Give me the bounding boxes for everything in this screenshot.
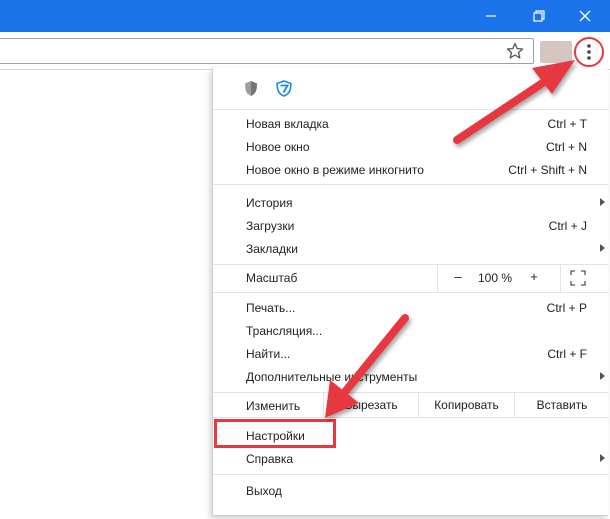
edit-row: Изменить Вырезать Копировать Вставить [213,393,609,417]
menu-item-bookmarks[interactable]: Закладки [213,237,609,260]
menu-separator [213,417,609,418]
menu-item-label: Новое окно в режиме инкогнито [246,162,424,177]
vpn-extension-icon[interactable] [276,80,292,98]
menu-item-label: Печать... [246,300,296,315]
profile-avatar[interactable] [540,41,572,63]
minimize-button[interactable] [468,0,514,32]
edit-label: Изменить [246,399,301,413]
close-button[interactable] [562,0,608,32]
menu-item-print[interactable]: Печать... Ctrl + P [213,296,609,319]
menu-item-label: Трансляция... [246,323,323,338]
menu-item-shortcut: Ctrl + N [545,139,587,154]
paste-button[interactable]: Вставить [514,393,609,417]
fullscreen-icon [570,270,586,286]
star-icon [506,42,524,59]
cut-button[interactable]: Вырезать [323,393,418,417]
menu-item-new-tab[interactable]: Новая вкладка Ctrl + T [213,112,609,135]
menu-item-shortcut: Ctrl + P [546,300,587,315]
menu-item-history[interactable]: История [213,191,609,214]
submenu-arrow-icon [600,244,605,252]
address-bar[interactable] [0,38,534,64]
submenu-arrow-icon [600,454,605,462]
menu-item-shortcut: Ctrl + J [548,218,587,233]
submenu-arrow-icon [600,372,605,380]
settings-highlight-box [214,419,336,448]
bookmark-star-button[interactable] [506,42,524,60]
restore-button[interactable] [516,0,562,32]
menu-item-label: Справка [246,451,294,466]
minimize-icon [486,15,496,17]
menu-separator [213,292,609,293]
menu-item-help[interactable]: Справка [213,447,609,470]
copy-button[interactable]: Копировать [418,393,514,417]
menu-item-new-window[interactable]: Новое окно Ctrl + N [213,135,609,158]
menu-button-highlight [574,37,604,67]
menu-item-exit[interactable]: Выход [213,479,609,502]
menu-item-label: Новое окно [246,139,310,154]
zoom-level: 100 % [478,271,513,285]
menu-item-shortcut: Ctrl + T [547,116,587,131]
menu-separator [213,184,609,185]
fullscreen-button[interactable] [570,270,586,286]
menu-separator [213,109,609,110]
menu-item-downloads[interactable]: Загрузки Ctrl + J [213,214,609,237]
extensions-row [213,68,609,108]
shield-extension-icon[interactable] [244,80,260,98]
browser-menu: Новая вкладка Ctrl + T Новое окно Ctrl +… [212,68,609,516]
zoom-row: Масштаб – 100 % + [213,264,609,292]
menu-item-cast[interactable]: Трансляция... [213,319,609,342]
menu-item-shortcut: Ctrl + Shift + N [508,162,587,177]
menu-item-label: Закладки [246,241,298,256]
menu-item-label: Новая вкладка [246,116,329,131]
submenu-arrow-icon [600,198,605,206]
menu-item-find[interactable]: Найти... Ctrl + F [213,342,609,365]
zoom-in-button[interactable]: + [526,269,542,284]
zoom-out-button[interactable]: – [450,269,466,284]
page-content [0,71,212,519]
menu-item-shortcut: Ctrl + F [547,346,587,361]
close-icon [579,10,591,22]
menu-item-label: Выход [246,483,282,498]
menu-item-label: Загрузки [246,218,295,233]
menu-item-incognito-window[interactable]: Новое окно в режиме инкогнито Ctrl + Shi… [213,158,609,181]
menu-item-more-tools[interactable]: Дополнительные инструменты [213,365,609,388]
restore-icon [533,10,545,22]
menu-separator [213,474,609,475]
menu-item-label: История [246,195,293,210]
zoom-label: Масштаб [246,271,298,285]
title-bar [0,0,610,32]
menu-item-label: Дополнительные инструменты [246,369,418,384]
menu-item-label: Найти... [246,346,291,361]
